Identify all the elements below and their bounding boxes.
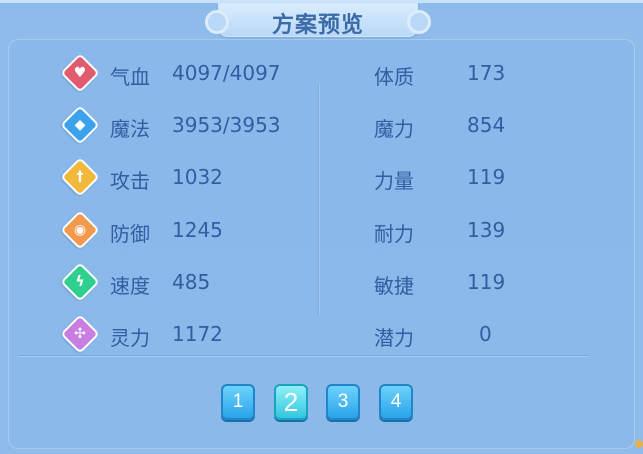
plan-preview-panel: 方案预览 ♥ 气血 4097/4097 ◆ 魔法 3953/3953 † 攻击 … xyxy=(0,0,643,454)
stat-label: 力量 xyxy=(374,169,414,193)
stat-value: 119 xyxy=(467,270,506,294)
stat-label: 灵力 xyxy=(110,326,150,350)
stat-label: 耐力 xyxy=(374,222,414,246)
page-button-1[interactable]: 1 xyxy=(221,384,255,420)
stat-value: 119 xyxy=(467,165,506,189)
title-tab: 方案预览 xyxy=(205,3,431,38)
stat-label: 体质 xyxy=(374,65,414,89)
stat-value: 485 xyxy=(172,270,211,294)
stat-label: 敏捷 xyxy=(374,274,414,298)
stat-label: 速度 xyxy=(110,274,150,298)
stat-value: 4097/4097 xyxy=(172,61,281,85)
stats-area xyxy=(8,39,635,449)
stat-value: 854 xyxy=(467,113,506,137)
page-button-2[interactable]: 2 xyxy=(274,384,308,420)
stat-value: 1245 xyxy=(172,218,223,242)
column-divider xyxy=(318,83,319,315)
stat-value: 139 xyxy=(467,218,506,242)
page-button-3[interactable]: 3 xyxy=(326,384,360,420)
stat-label: 潜力 xyxy=(374,326,414,350)
panel-title: 方案预览 xyxy=(271,13,364,38)
pager-divider xyxy=(18,355,588,356)
stat-label: 防御 xyxy=(110,222,150,246)
stat-value: 1172 xyxy=(172,322,223,346)
stat-label: 攻击 xyxy=(110,169,150,193)
stat-label: 魔力 xyxy=(374,117,414,141)
stat-value: 173 xyxy=(467,61,506,85)
page-button-4[interactable]: 4 xyxy=(379,384,413,420)
stat-value: 1032 xyxy=(172,165,223,189)
stat-value: 3953/3953 xyxy=(172,113,281,137)
stat-value: 0 xyxy=(479,322,492,346)
stat-label: 气血 xyxy=(110,65,150,89)
corner-ornament xyxy=(635,440,643,448)
stat-label: 魔法 xyxy=(110,117,150,141)
